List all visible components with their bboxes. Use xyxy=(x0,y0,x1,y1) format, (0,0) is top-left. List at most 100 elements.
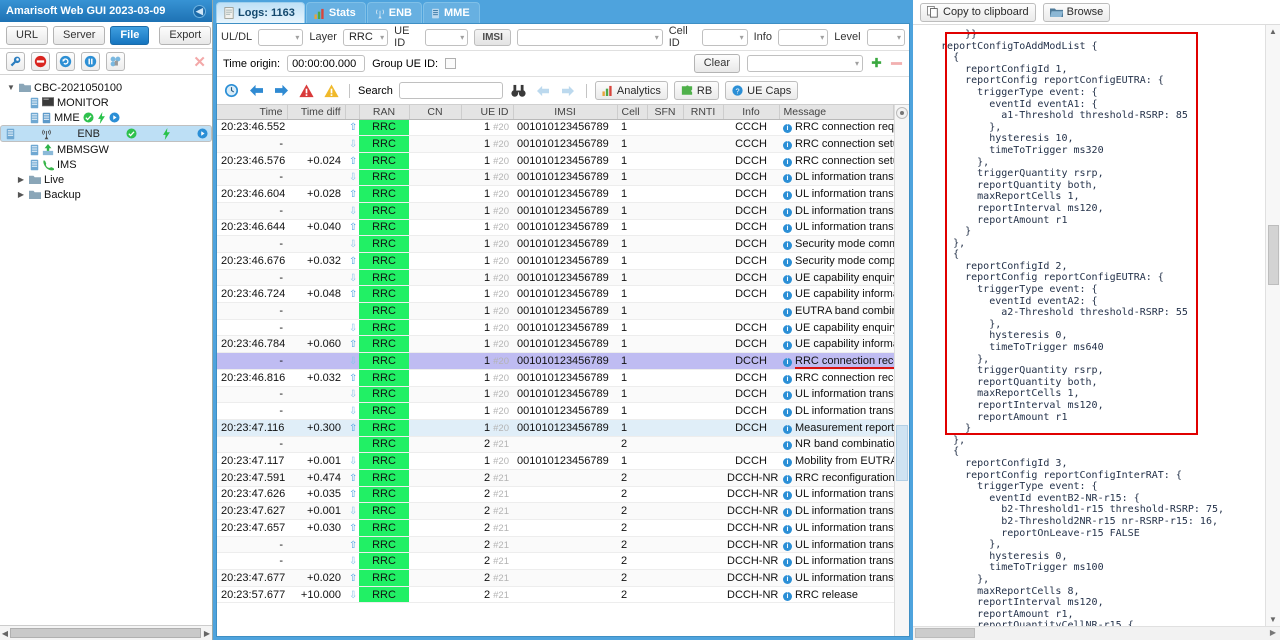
table-row[interactable]: - RRC 2 #21 2 iNR band combinations xyxy=(217,436,894,454)
table-row[interactable]: 20:23:47.677 +0.020 ⇧ RRC 2 #21 2 DCCH-NR i UL i… xyxy=(217,569,894,587)
ueid-select[interactable]: ▾ xyxy=(424,28,469,46)
stop-icon[interactable] xyxy=(31,52,50,71)
table-row[interactable]: - ⇩ RRC 1 #20 001010123456789 1 CCCH i RRC conne… xyxy=(217,135,894,153)
copy-to-clipboard-button[interactable]: Copy to clipboard xyxy=(920,2,1036,22)
search-input[interactable] xyxy=(398,82,503,99)
chevron-left-icon[interactable]: ◀ xyxy=(193,4,206,18)
table-row[interactable]: 20:23:47.116 +0.300 ⇧ RRC 1 #20 0010101234567… xyxy=(217,419,894,437)
col-cn[interactable]: CN xyxy=(409,105,462,120)
table-row[interactable]: - ⇩ RRC 1 #20 001010123456789 1 DCCH i DL inform… xyxy=(217,202,894,220)
minus-icon[interactable] xyxy=(890,60,903,67)
col-sfn[interactable]: SFN xyxy=(647,105,684,120)
plug-icon[interactable] xyxy=(106,52,125,71)
preset-select[interactable]: ▾ xyxy=(747,55,863,72)
scroll-thumb[interactable] xyxy=(1268,225,1279,285)
table-row[interactable]: 20:23:46.644 +0.040 ⇧ RRC 1 #20 0010101234567… xyxy=(217,219,894,237)
tree-item-enb[interactable]: ENB xyxy=(0,125,212,142)
chevron-right-icon[interactable]: ▶ xyxy=(16,175,26,184)
scroll-thumb[interactable] xyxy=(896,425,908,481)
table-row[interactable]: -⇧RRC2 #212DCCH-NRiUL information transf… xyxy=(217,536,894,554)
table-row[interactable]: - ⇩ RRC 1 #20 001010123456789 1 DCCH i RRC conne… xyxy=(217,352,894,370)
table-row[interactable]: 20:23:46.676 +0.032 ⇧ RRC 1 #20 0010101234567… xyxy=(217,252,894,270)
tree-item-live[interactable]: ▶ Live xyxy=(0,172,212,187)
table-row[interactable]: - ⇩ RRC 1 #20 001010123456789 1 DCCH i DL inform… xyxy=(217,402,894,420)
tab-enb[interactable]: ENB xyxy=(366,2,422,23)
scroll-left-icon[interactable]: ◀ xyxy=(0,629,10,638)
chevron-right-icon[interactable]: ▶ xyxy=(16,190,26,199)
left-horizontal-scrollbar[interactable]: ◀ ▶ xyxy=(0,625,212,640)
export-button[interactable]: Export xyxy=(159,25,212,45)
url-button[interactable]: URL xyxy=(6,25,49,45)
tree-item-ims[interactable]: IMS xyxy=(0,157,212,172)
table-row[interactable]: - ⇩ RRC 1 #20 001010123456789 1 DCCH i DL inform… xyxy=(217,169,894,187)
scroll-thumb[interactable] xyxy=(915,628,975,638)
table-row[interactable]: 20:23:46.784 +0.060 ⇧ RRC 1 #20 0010101234567… xyxy=(217,335,894,354)
table-row[interactable]: - ⇩ RRC 1 #20 001010123456789 1 DCCH i Security … xyxy=(217,235,894,253)
table-row[interactable]: 20:23:46.724 +0.048 ⇧ RRC 1 #20 0010101234567… xyxy=(217,285,894,304)
tree-item-mme[interactable]: MME xyxy=(0,110,212,125)
tab-logs[interactable]: Logs: 1163 xyxy=(216,2,305,23)
rb-button[interactable]: RB xyxy=(673,81,720,100)
chevron-down-icon[interactable]: ▼ xyxy=(6,83,16,92)
tree-item-monitor[interactable]: MONITOR xyxy=(0,95,212,110)
table-row[interactable]: 20:23:47.626 +0.035 ⇧ RRC 2 #21 2 DCCH-NR i UL i… xyxy=(217,486,894,504)
scroll-down-icon[interactable]: ▼ xyxy=(1269,613,1277,626)
browse-button[interactable]: Browse xyxy=(1042,2,1111,22)
search-next-icon[interactable] xyxy=(559,81,578,100)
level-select[interactable]: ▾ xyxy=(866,28,906,46)
table-row[interactable]: - ⇩ RRC 1 #20 001010123456789 1 DCCH i UL inform… xyxy=(217,386,894,404)
warning-icon[interactable] xyxy=(322,81,341,100)
col-direction[interactable] xyxy=(345,105,360,120)
col-message[interactable]: Message xyxy=(779,105,894,120)
table-row[interactable]: 20:23:47.117 +0.001 ⇩ RRC 1 #20 0010101234567… xyxy=(217,452,894,470)
col-ue-id[interactable]: UE ID xyxy=(461,105,514,120)
table-row[interactable]: - RRC 1 #20 001010123456789 1 i EUTRA band com… xyxy=(217,302,894,320)
uecaps-button[interactable]: ? UE Caps xyxy=(725,81,799,100)
config-horizontal-scrollbar[interactable]: ▶ xyxy=(913,626,1280,640)
table-row[interactable]: - ⇩ RRC 1 #20 001010123456789 1 DCCH i UE capabi… xyxy=(217,319,894,337)
arrow-right-icon[interactable] xyxy=(272,81,291,100)
arrow-left-icon[interactable] xyxy=(247,81,266,100)
config-text[interactable]: }} reportConfigToAddModList { { reportCo… xyxy=(913,25,1265,626)
imsi-select[interactable]: ▾ xyxy=(516,28,663,46)
scroll-right-icon[interactable]: ▶ xyxy=(202,629,212,638)
tree-item-mbmsgw[interactable]: MBMSGW xyxy=(0,142,212,157)
col-cell[interactable]: Cell xyxy=(617,105,648,120)
table-row[interactable]: 20:23:46.552 ⇧ RRC 1 #20 001010123456789 1 CCC… xyxy=(217,119,894,137)
plus-icon[interactable] xyxy=(870,57,883,70)
clear-button[interactable]: Clear xyxy=(693,54,740,73)
refresh-icon[interactable] xyxy=(56,52,75,71)
clock-icon[interactable] xyxy=(222,81,241,100)
col-time[interactable]: Time xyxy=(217,105,288,120)
layer-select[interactable]: RRC ▾ xyxy=(342,28,389,46)
analytics-button[interactable]: Analytics xyxy=(594,81,668,100)
wrench-icon[interactable] xyxy=(6,52,25,71)
scroll-right-icon[interactable]: ▶ xyxy=(1270,628,1276,637)
uldl-select[interactable]: ▾ xyxy=(258,28,304,46)
tab-mme[interactable]: MME xyxy=(423,2,480,23)
table-row[interactable]: -⇩RRC2 #212DCCH-NRiDL information transf… xyxy=(217,552,894,571)
table-row[interactable]: 20:23:46.604 +0.028 ⇧ RRC 1 #20 0010101234567… xyxy=(217,185,894,203)
tree-item-backup[interactable]: ▶ Backup xyxy=(0,187,212,202)
scroll-up-icon[interactable]: ▲ xyxy=(1269,25,1277,38)
binoculars-icon[interactable] xyxy=(509,81,528,100)
col-info[interactable]: Info xyxy=(723,105,780,120)
table-row[interactable]: 20:23:57.677 +10.000 ⇩ RRC 2 #21 2 DCCH-NR i RRC… xyxy=(217,586,894,604)
group-ue-checkbox[interactable] xyxy=(445,58,457,69)
table-row[interactable]: - ⇩ RRC 1 #20 001010123456789 1 DCCH i UE capabi… xyxy=(217,269,894,287)
table-row[interactable]: 20:23:47.591 +0.474 ⇧ RRC 2 #21 2 DCCH-NR i RRC … xyxy=(217,469,894,487)
error-icon[interactable] xyxy=(297,81,316,100)
log-vertical-scrollbar[interactable] xyxy=(894,105,909,636)
time-origin-input[interactable]: 00:00:00.000 xyxy=(287,55,366,72)
table-row[interactable]: 20:23:46.816 +0.032 ⇧ RRC 1 #20 0010101234567… xyxy=(217,369,894,387)
tree-item-cbc[interactable]: ▼ CBC-2021050100 xyxy=(0,80,212,95)
cellid-select[interactable]: ▾ xyxy=(702,28,748,46)
close-icon[interactable]: ✕ xyxy=(193,53,206,71)
col-time-diff[interactable]: Time diff xyxy=(287,105,346,120)
config-vertical-scrollbar[interactable]: ▲ ▼ xyxy=(1265,25,1280,626)
col-rnti[interactable]: RNTI xyxy=(683,105,724,120)
imsi-button[interactable]: IMSI xyxy=(474,28,511,46)
search-prev-icon[interactable] xyxy=(534,81,553,100)
server-button[interactable]: Server xyxy=(53,25,106,45)
file-button[interactable]: File xyxy=(110,25,150,45)
